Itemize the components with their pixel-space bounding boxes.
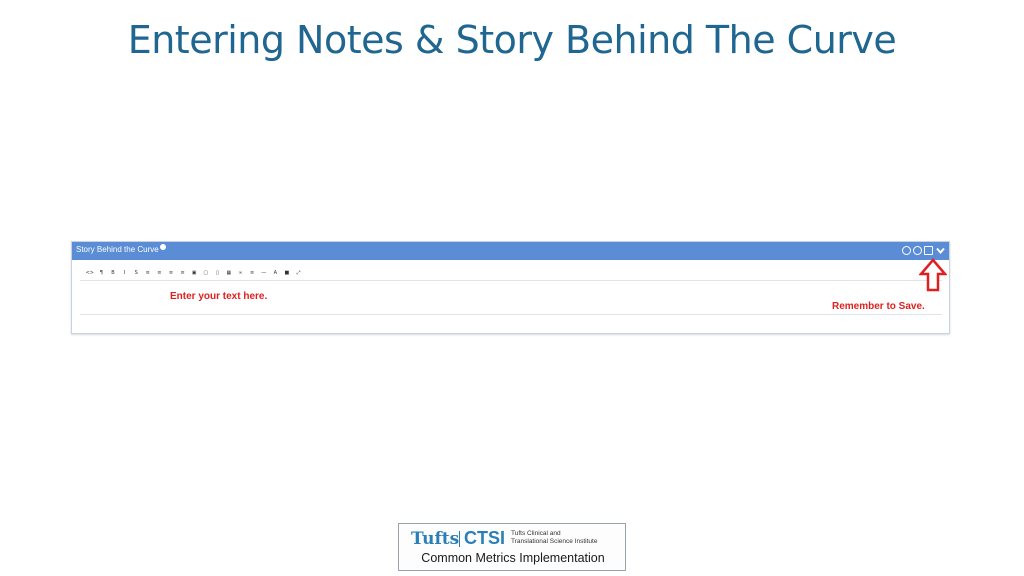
more-icon[interactable]: ⤢ (293, 269, 305, 278)
logo-institute-line2: Translational Science Institute (511, 538, 598, 545)
chevron-down-icon[interactable] (935, 245, 946, 256)
link-icon[interactable]: ∞ (235, 269, 247, 278)
numbered-list-icon[interactable]: ≡ (154, 269, 166, 278)
story-editor[interactable]: Enter your text here. (80, 280, 942, 315)
logo-divider (459, 531, 460, 547)
help-icon[interactable] (159, 244, 166, 250)
up-arrow-annotation-icon (919, 258, 947, 292)
code-view-icon[interactable]: <> (84, 269, 96, 278)
align-icon[interactable]: ≡ (246, 269, 258, 278)
video-icon[interactable]: ▢ (200, 269, 212, 278)
tufts-ctsi-logo: Tufts CTSI Tufts Clinical and Translatio… (398, 523, 626, 571)
panel-title: Story Behind the Curve (76, 244, 166, 254)
circle-slash-icon[interactable] (913, 246, 922, 255)
story-panel: Story Behind the Curve <> ¶ B I S ≡ ≡ ≡ ≡ ▣ ▢ ▯ ▦ ∞ ≡ —… (71, 241, 950, 334)
logo-institute: Tufts Clinical and Translational Science… (511, 530, 621, 546)
editor-placeholder: Enter your text here. (170, 291, 268, 302)
strikethrough-icon[interactable]: S (130, 269, 142, 278)
bold-icon[interactable]: B (107, 269, 119, 278)
panel-header-actions (902, 245, 946, 256)
file-icon[interactable]: ▯ (212, 269, 224, 278)
save-icon[interactable] (924, 246, 933, 255)
editor-toolbar: <> ¶ B I S ≡ ≡ ≡ ≡ ▣ ▢ ▯ ▦ ∞ ≡ — A ■ ⤢ (84, 269, 304, 278)
slide-title: Entering Notes & Story Behind The Curve (127, 18, 897, 62)
logo-tufts: Tufts (411, 529, 460, 549)
indent-icon[interactable]: ≡ (177, 269, 189, 278)
bulleted-list-icon[interactable]: ≡ (142, 269, 154, 278)
text-color-icon[interactable]: A (270, 269, 282, 278)
outdent-icon[interactable]: ≡ (165, 269, 177, 278)
remember-to-save-annotation: Remember to Save. (832, 301, 925, 312)
horizontal-rule-icon[interactable]: — (258, 269, 270, 278)
panel-title-label: Story Behind the Curve (76, 245, 159, 254)
cancel-icon[interactable] (902, 246, 911, 255)
image-icon[interactable]: ▣ (188, 269, 200, 278)
italic-icon[interactable]: I (119, 269, 131, 278)
logo-institute-line1: Tufts Clinical and (511, 530, 561, 537)
panel-header[interactable]: Story Behind the Curve (72, 242, 949, 260)
paragraph-icon[interactable]: ¶ (96, 269, 108, 278)
logo-ctsi: CTSI (464, 528, 506, 548)
logo-subtitle: Common Metrics Implementation (421, 551, 605, 565)
fullscreen-icon[interactable]: ■ (281, 269, 293, 278)
table-icon[interactable]: ▦ (223, 269, 235, 278)
